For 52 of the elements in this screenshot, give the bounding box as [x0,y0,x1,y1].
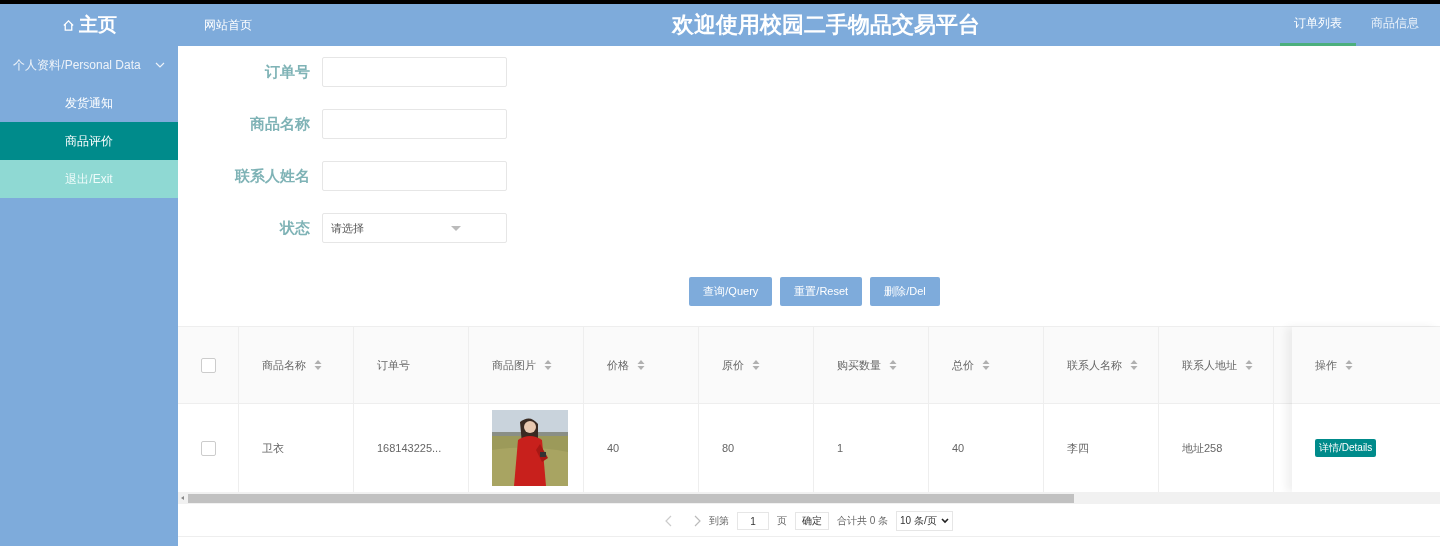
column-header[interactable]: 价格 [584,327,698,404]
sort-icon[interactable] [889,359,897,371]
field-label: 商品名称 [249,114,310,134]
sort-icon[interactable] [1245,359,1253,371]
page-unit: 页 [776,514,787,528]
column-header[interactable]: 操作 [1292,327,1440,404]
prev-page-icon[interactable] [665,515,674,527]
sort-icon[interactable] [1345,359,1353,371]
column-header[interactable]: 总价 [929,327,1043,404]
sort-icon[interactable] [544,359,552,371]
checkbox[interactable] [200,357,216,373]
home-icon [61,18,75,32]
next-page-icon[interactable] [693,515,702,527]
input-field[interactable] [322,109,507,139]
column-header[interactable]: 联系人地址 [1159,327,1273,404]
table-cell: 40 [952,442,965,454]
column-header[interactable]: 商品名称 [239,327,353,404]
input-field[interactable] [322,161,507,191]
field-label: 联系人姓名 [234,166,310,186]
column-header[interactable]: 商品图片 [469,327,583,404]
chevron-icon [940,518,949,524]
page-input[interactable]: 1 [737,512,769,530]
confirm-button[interactable]: 确定 [794,512,829,530]
site-title: 欢迎使用校园二手物品交易平台 [670,11,981,39]
sort-icon[interactable] [982,359,990,371]
field-label: 订单号 [263,62,310,82]
chevron-icon [154,62,165,68]
sort-icon[interactable] [1130,359,1138,371]
table-cell: 卫衣 [262,440,284,456]
table-cell: 80 [722,442,735,454]
caret-icon [451,225,461,231]
checkbox[interactable] [200,440,216,456]
input-field[interactable] [322,57,507,87]
page-size-select[interactable]: 10 条/页 [896,511,953,531]
sidebar-item[interactable]: 商品评价 [0,122,178,160]
details-button[interactable]: 详情/Details [1315,439,1377,457]
column-header[interactable]: 订单号 [354,327,468,404]
sort-icon[interactable] [314,359,322,371]
sort-icon[interactable] [752,359,760,371]
field-label: 状态 [278,218,310,238]
table-cell: 1 [837,442,844,454]
total-count: 合计共 0 条 [836,514,888,528]
goto-label: 到第 [709,514,730,528]
table-cell: 李四 [1067,440,1089,456]
column-header[interactable]: 购买数量 [814,327,928,404]
column-header[interactable]: 联系人名称 [1044,327,1158,404]
sort-icon[interactable] [637,359,645,371]
status-select[interactable]: 请选择 [322,213,507,243]
table-cell: 40 [607,442,620,454]
column-header[interactable]: 原价 [699,327,813,404]
table-cell: 168143225... [377,442,442,454]
table-cell: 地址258 [1182,440,1223,456]
